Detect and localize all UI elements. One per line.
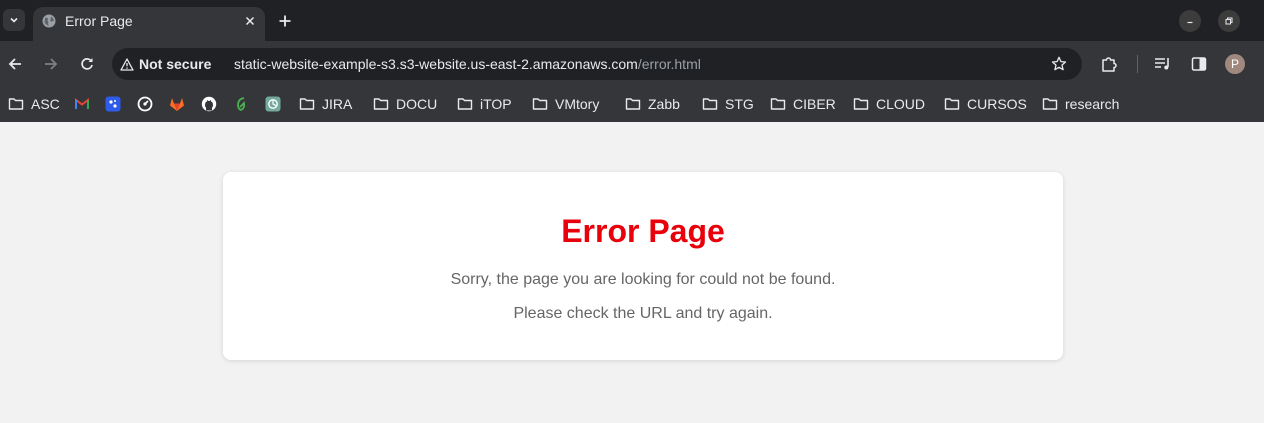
bookmark-itop[interactable]: iTOP	[457, 93, 512, 115]
bookmark-leaf[interactable]	[233, 93, 249, 115]
folder-icon	[373, 98, 389, 110]
bookmark-chatgpt[interactable]	[265, 93, 281, 115]
folder-icon	[1042, 98, 1058, 110]
minimize-button[interactable]	[1179, 10, 1201, 32]
folder-icon	[944, 98, 960, 110]
leaf-icon	[237, 97, 246, 111]
extensions-button[interactable]	[1097, 52, 1121, 76]
folder-icon	[625, 98, 641, 110]
url-path: /error.html	[637, 56, 701, 72]
forward-button[interactable]	[39, 52, 63, 76]
restore-icon	[1225, 17, 1233, 25]
folder-icon	[8, 98, 24, 110]
side-panel-button[interactable]	[1187, 52, 1211, 76]
error-message: Sorry, the page you are looking for coul…	[450, 271, 836, 288]
bookmark-ciber[interactable]: CIBER	[770, 93, 836, 115]
bookmark-github[interactable]	[201, 93, 217, 115]
playlist-icon	[1155, 58, 1169, 70]
bookmark-label: VMtory	[555, 96, 600, 112]
folder-icon	[770, 98, 786, 110]
error-card: Error Page Sorry, the page you are looki…	[223, 172, 1063, 360]
bookmark-stg[interactable]: STG	[702, 93, 754, 115]
bookmark-cloud[interactable]: CLOUD	[853, 93, 925, 115]
gauge-icon	[137, 96, 153, 112]
star-icon	[1051, 56, 1067, 71]
bookmark-label: JIRA	[322, 96, 353, 112]
tab-title: Error Page	[65, 13, 133, 29]
bookmark-gitlab[interactable]	[169, 93, 185, 115]
bookmark-label: STG	[725, 96, 754, 112]
github-icon	[201, 96, 217, 112]
url-host: static-website-example-s3.s3-website.us-…	[234, 56, 638, 72]
bookmark-label: Zabb	[648, 96, 680, 112]
chevron-down-icon	[10, 17, 18, 23]
security-label: Not secure	[139, 56, 212, 72]
bookmark-cursos[interactable]: CURSOS	[944, 93, 1027, 115]
tab-close-button[interactable]	[239, 10, 261, 32]
bookmark-label: CURSOS	[967, 96, 1027, 112]
globe-icon	[42, 14, 56, 28]
media-controls-button[interactable]	[1151, 52, 1175, 76]
bookmark-label: iTOP	[480, 96, 512, 112]
folder-icon	[702, 98, 718, 110]
bookmark-gmail[interactable]	[74, 93, 90, 115]
bookmark-app-blue[interactable]	[105, 93, 121, 115]
app-icon	[105, 96, 121, 112]
bookmark-vmtory[interactable]: VMtory	[532, 93, 599, 115]
bookmarks-bar: ASC JIRA DOCU iTOP VMtory Zabb STG CIBER…	[0, 87, 1264, 122]
bookmark-label: CIBER	[793, 96, 836, 112]
chatgpt-icon	[265, 96, 281, 112]
plus-icon	[279, 15, 291, 27]
tab-strip: Error Page	[0, 0, 1264, 41]
bookmark-dashboard[interactable]	[137, 93, 153, 115]
site-info-button[interactable]: Not secure	[120, 53, 211, 75]
gitlab-icon	[170, 98, 184, 111]
arrow-right-icon	[45, 58, 58, 70]
side-panel-icon	[1191, 57, 1207, 71]
reload-icon	[81, 58, 93, 70]
bookmark-jira[interactable]: JIRA	[299, 93, 352, 115]
bookmark-asc[interactable]: ASC	[8, 93, 60, 115]
minimize-icon	[1187, 21, 1193, 24]
folder-icon	[532, 98, 548, 110]
new-tab-button[interactable]	[274, 10, 296, 32]
back-button[interactable]	[3, 52, 27, 76]
bookmark-star-button[interactable]	[1048, 53, 1070, 75]
bookmark-docu[interactable]: DOCU	[373, 93, 437, 115]
folder-icon	[299, 98, 315, 110]
browser-toolbar: Not secure static-website-example-s3.s3-…	[0, 41, 1264, 87]
gmail-icon	[75, 98, 89, 109]
bookmark-label: CLOUD	[876, 96, 926, 112]
bookmark-research[interactable]: research	[1042, 93, 1119, 115]
address-bar[interactable]: Not secure static-website-example-s3.s3-…	[112, 48, 1082, 80]
folder-icon	[457, 98, 473, 110]
active-tab[interactable]: Error Page	[33, 7, 265, 41]
restore-button[interactable]	[1218, 10, 1240, 32]
bookmark-label: research	[1065, 96, 1120, 112]
bookmark-label: DOCU	[396, 96, 438, 112]
folder-icon	[853, 98, 869, 110]
toolbar-separator	[1137, 55, 1138, 73]
profile-avatar[interactable]: P	[1225, 54, 1245, 74]
bookmark-zabb[interactable]: Zabb	[625, 93, 680, 115]
close-icon	[245, 16, 255, 26]
bookmark-label: ASC	[31, 96, 60, 112]
warning-icon	[120, 57, 134, 71]
arrow-left-icon	[8, 58, 21, 70]
url-text[interactable]: static-website-example-s3.s3-website.us-…	[234, 56, 701, 72]
error-hint: Please check the URL and try again.	[513, 305, 773, 322]
page-title: Error Page	[561, 213, 725, 249]
page-viewport: Error Page Sorry, the page you are looki…	[0, 122, 1264, 423]
reload-button[interactable]	[75, 52, 99, 76]
puzzle-icon	[1102, 57, 1117, 72]
tab-search-button[interactable]	[3, 9, 25, 31]
